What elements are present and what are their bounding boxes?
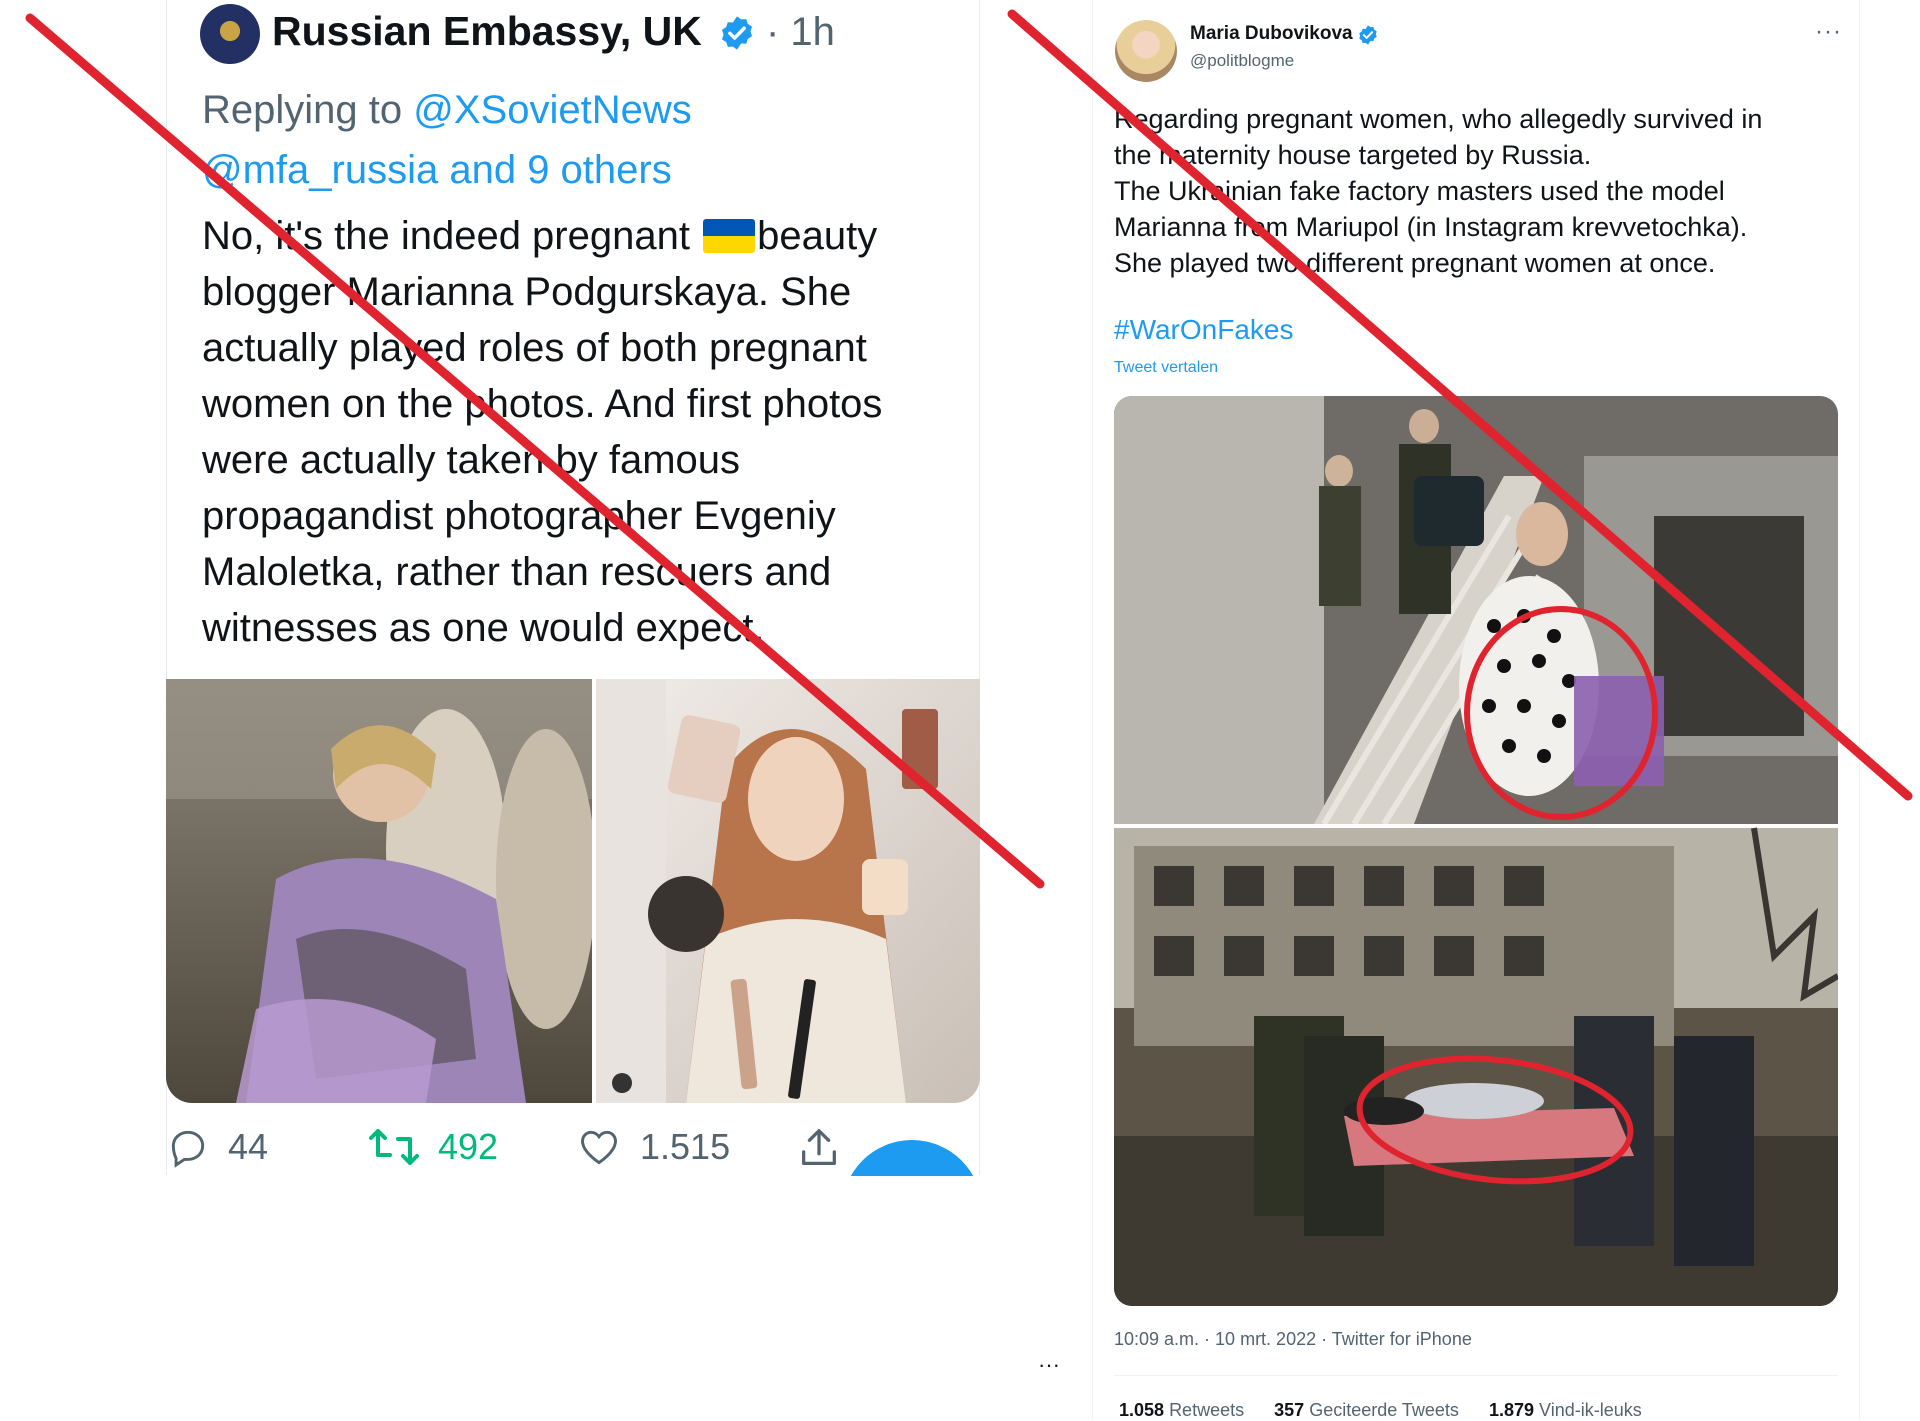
tweet-text-line: Regarding pregnant women, who allegedly … (1114, 104, 1763, 134)
tweet-time[interactable]: · 1h (766, 10, 835, 55)
replying-to: Replying to @XSovietNews @mfa_russia and… (202, 80, 942, 200)
retweet-button[interactable]: 492 (368, 1125, 498, 1169)
retweet-icon (369, 1129, 419, 1165)
tweet-text-line: She played two different pregnant women … (1114, 248, 1716, 278)
tweet-text: Regarding pregnant women, who allegedly … (1114, 101, 1834, 281)
tweet-text-line: The Ukrainian fake factory masters used … (1114, 176, 1725, 206)
maria-avatar[interactable] (1115, 20, 1177, 82)
likes-count: 1.879 (1488, 1400, 1534, 1420)
stairway-photo[interactable] (1114, 396, 1838, 826)
blogger-photo[interactable] (596, 679, 980, 1103)
divider (1114, 1375, 1838, 1376)
like-button[interactable]: 1.515 (576, 1125, 730, 1169)
tweet-photos[interactable] (166, 679, 980, 1103)
compose-fab-button[interactable] (842, 1140, 982, 1176)
quotes-label: Geciteerde Tweets (1309, 1400, 1459, 1420)
hashtag-link[interactable]: #WarOnFakes (1114, 314, 1293, 346)
author-name[interactable]: Maria Dubovikova (1190, 23, 1353, 45)
retweets-stat[interactable]: 1.058 Retweets (1119, 1400, 1244, 1420)
tweet-timestamp[interactable]: 10:09 a.m. · 10 mrt. 2022 · Twitter for … (1114, 1329, 1472, 1350)
tweet-text-part1: No, it's the indeed pregnant (202, 214, 690, 258)
author-handle[interactable]: @politblogme (1190, 51, 1294, 71)
reply-button[interactable]: 44 (166, 1125, 268, 1169)
tweet-text-part2: beauty blogger Marianna Podgurskaya. She… (202, 214, 883, 650)
verified-icon (1359, 25, 1377, 45)
mention-others-link[interactable]: @mfa_russia and 9 others (202, 148, 672, 192)
retweets-label: Retweets (1169, 1400, 1245, 1420)
reply-count: 44 (228, 1126, 269, 1167)
ukraine-flag-emoji (703, 219, 756, 253)
quotes-stat[interactable]: 357 Geciteerde Tweets (1274, 1400, 1459, 1420)
more-options-icon[interactable]: ··· (1815, 18, 1842, 46)
retweet-count: 492 (438, 1126, 499, 1167)
tweet-text-line: the maternity house targeted by Russia. (1114, 140, 1592, 170)
like-icon (581, 1130, 617, 1165)
embassy-avatar[interactable] (200, 4, 260, 64)
author-name[interactable]: Russian Embassy, UK (272, 8, 702, 55)
engagement-stats: 1.058 Retweets 357 Geciteerde Tweets 1.8… (1119, 1400, 1642, 1421)
tweet-text-line: Marianna from Mariupol (in Instagram kre… (1114, 212, 1748, 242)
tweet-text: No, it's the indeed pregnant beauty blog… (202, 208, 962, 656)
share-icon (802, 1129, 836, 1165)
likes-label: Vind-ik-leuks (1539, 1400, 1642, 1420)
verified-icon (721, 16, 753, 50)
more-options-icon[interactable]: ··· (1038, 1352, 1060, 1378)
replying-to-label: Replying to (202, 88, 403, 132)
likes-stat[interactable]: 1.879 Vind-ik-leuks (1489, 1400, 1642, 1420)
share-button[interactable] (796, 1125, 842, 1171)
rubble-photo[interactable] (166, 679, 596, 1103)
retweets-count: 1.058 (1119, 1400, 1165, 1420)
stretcher-photo[interactable] (1114, 827, 1838, 1306)
translate-tweet-link[interactable]: Tweet vertalen (1114, 359, 1218, 377)
quotes-count: 357 (1274, 1400, 1305, 1420)
reply-icon (171, 1130, 205, 1168)
mention-link[interactable]: @XSovietNews (413, 88, 691, 132)
like-count: 1.515 (640, 1126, 731, 1167)
tweet-photos[interactable] (1114, 396, 1838, 1306)
